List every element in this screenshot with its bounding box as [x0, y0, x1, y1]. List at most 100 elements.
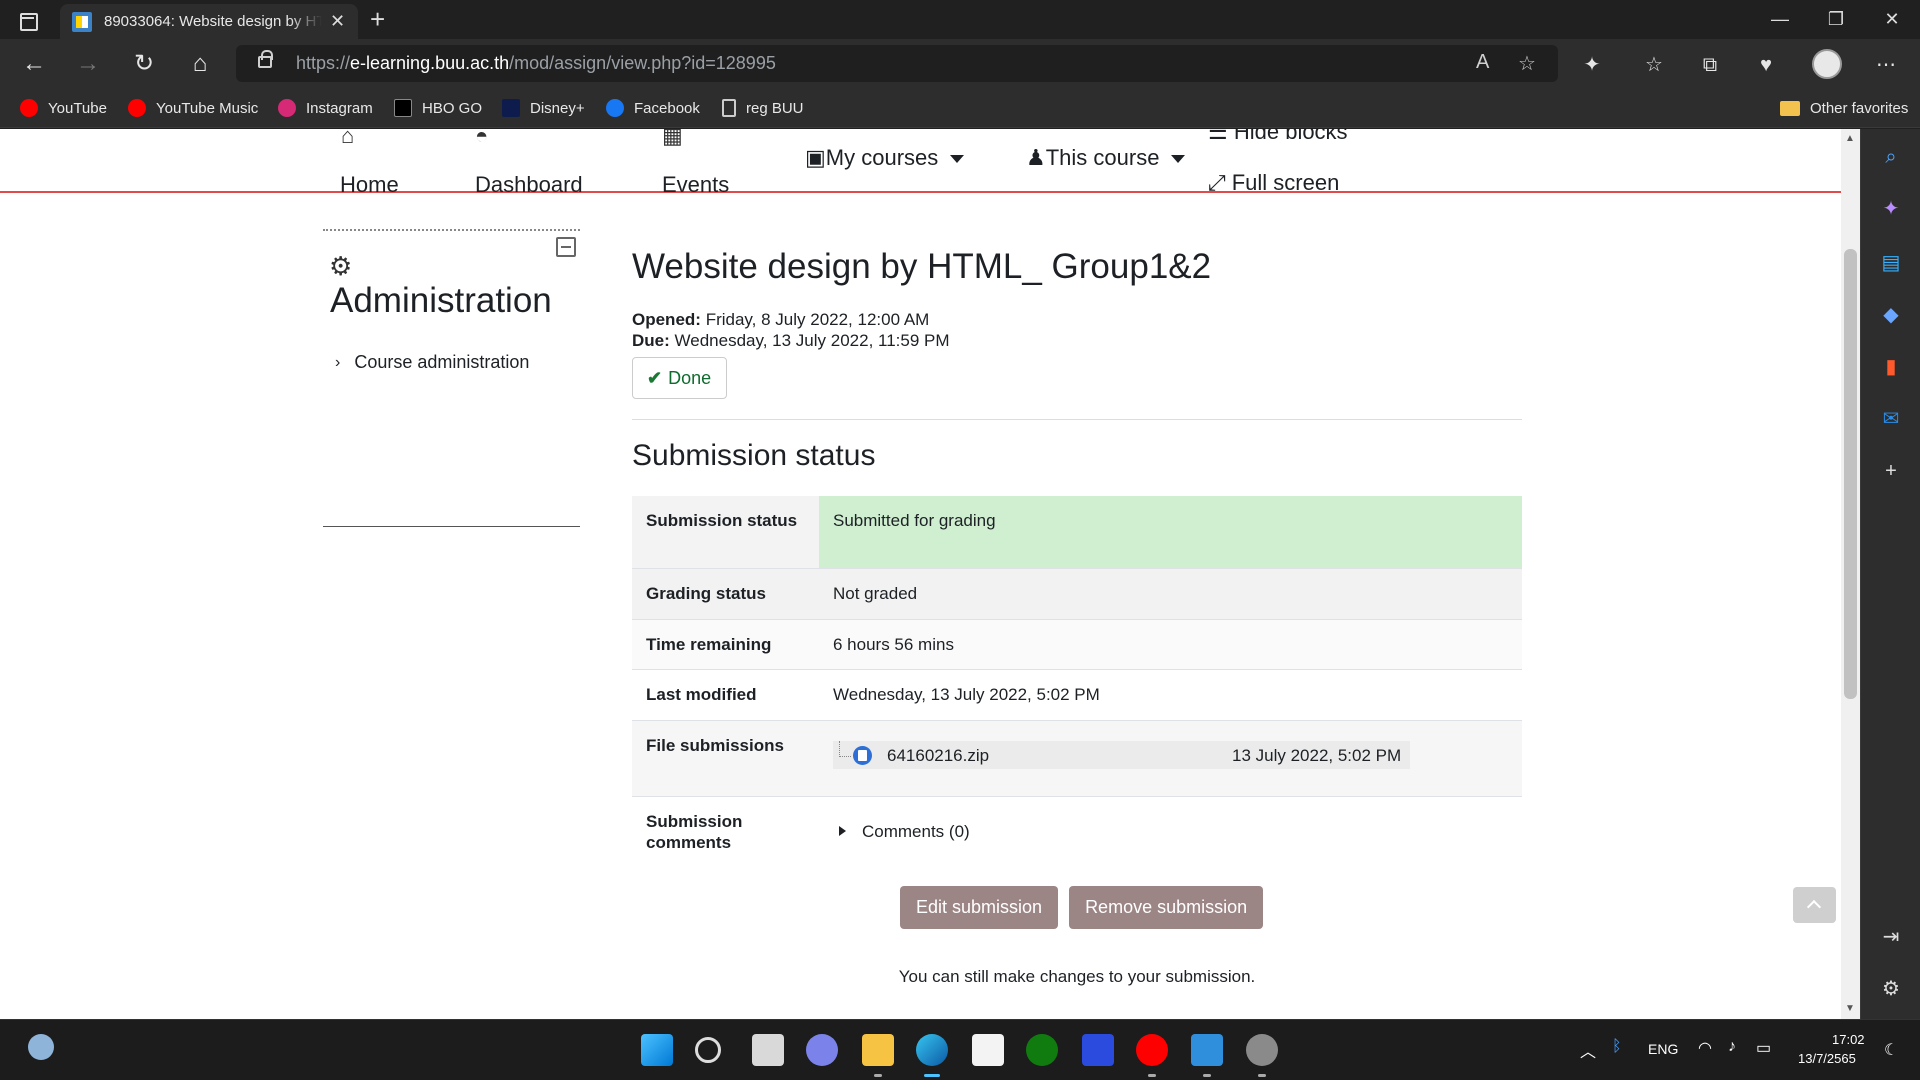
forward-icon[interactable]: →	[72, 48, 104, 80]
briefcase-icon: ▣	[805, 145, 826, 170]
running-indicator	[1148, 1074, 1156, 1077]
row-label: Time remaining	[646, 634, 772, 654]
search-taskbar-icon[interactable]	[695, 1037, 721, 1063]
wifi-icon[interactable]: ◠	[1698, 1038, 1712, 1058]
visual-studio-icon[interactable]	[1082, 1034, 1114, 1066]
favorite-youtube-music[interactable]: YouTube Music	[128, 98, 258, 118]
favorites-icon[interactable]: ☆	[1640, 51, 1668, 79]
nav-dashboard[interactable]: Dashboard	[475, 172, 583, 198]
completion-done-button[interactable]: ✔ Done	[632, 357, 727, 399]
lock-icon[interactable]	[258, 50, 273, 68]
check-icon: ✔	[647, 367, 663, 388]
weather-icon[interactable]	[28, 1034, 54, 1060]
add-favorite-icon[interactable]: ☆	[1518, 51, 1536, 76]
battery-icon[interactable]: ▭	[1756, 1038, 1771, 1058]
comments-toggle[interactable]: Comments (0)	[839, 821, 1508, 842]
youtube-music-icon	[128, 99, 146, 117]
scrollbar-thumb[interactable]	[1844, 249, 1857, 699]
profile-avatar[interactable]	[1812, 49, 1842, 79]
table-row: File submissions 64160216.zip 13 July 20…	[632, 720, 1522, 796]
facebook-icon	[606, 99, 624, 117]
clock-date[interactable]: 13/7/2565	[1798, 1051, 1856, 1066]
scroll-up-icon[interactable]: ▲	[1845, 133, 1855, 144]
collapse-block-icon[interactable]	[556, 237, 576, 257]
clock-time[interactable]: 17:02	[1832, 1032, 1865, 1047]
disney-plus-icon	[502, 99, 520, 117]
home-icon[interactable]: ⌂	[184, 48, 216, 80]
site-favicon-icon	[72, 11, 92, 32]
back-icon[interactable]: ←	[18, 48, 50, 80]
back-to-top-button[interactable]	[1793, 887, 1836, 923]
favorite-instagram[interactable]: Instagram	[278, 98, 373, 118]
outlook-icon[interactable]: ✉	[1879, 407, 1903, 431]
tools-icon[interactable]: ◆	[1879, 303, 1903, 327]
nav-this-course[interactable]: ♟This course	[1026, 145, 1186, 171]
opened-value: Friday, 8 July 2022, 12:00 AM	[705, 310, 930, 329]
favorite-facebook[interactable]: Facebook	[606, 98, 700, 118]
settings-icon[interactable]: ⚙	[1879, 977, 1903, 1001]
edge-sidebar: ⌕ ✦ ▤ ◆ ▮ ✉ + ⇥ ⚙	[1860, 129, 1920, 1019]
page-scrollbar[interactable]: ▲ ▼	[1841, 129, 1860, 1019]
comments-label: Comments (0)	[862, 821, 970, 841]
nav-full-screen[interactable]: ⤢ Full screen	[1208, 170, 1339, 196]
windows-taskbar: ︿ ᛒ ENG ◠ ♪ ▭ 17:02 13/7/2565 ☾	[0, 1019, 1920, 1080]
search-icon[interactable]: ⌕	[1879, 145, 1903, 169]
tab-actions-icon[interactable]	[16, 9, 38, 31]
copilot-icon[interactable]: ✦	[1879, 197, 1903, 221]
nav-my-courses[interactable]: ▣My courses	[805, 145, 965, 171]
course-administration-link[interactable]: › Course administration	[335, 352, 529, 373]
favorite-hbo-go[interactable]: HBO GO	[394, 98, 482, 118]
shopping-icon[interactable]: ▤	[1879, 251, 1903, 275]
extensions-icon[interactable]: ✦	[1578, 51, 1606, 79]
nav-hide-blocks[interactable]: ☰ Hide blocks	[1208, 129, 1348, 145]
scroll-down-icon[interactable]: ▼	[1845, 1003, 1855, 1014]
office-icon[interactable]: ▮	[1879, 355, 1903, 379]
edge-icon[interactable]	[916, 1034, 948, 1066]
notifications-icon[interactable]: ☾	[1884, 1040, 1898, 1060]
other-favorites[interactable]: Other favorites	[1780, 98, 1908, 118]
done-label: Done	[668, 367, 712, 388]
show-hidden-icons[interactable]: ︿	[1580, 1038, 1596, 1062]
minimize-icon[interactable]: —	[1752, 0, 1808, 39]
hide-sidebar-icon[interactable]: ⇥	[1879, 925, 1903, 949]
active-tab[interactable]: 89033064: Website design by HTML_ Group1…	[60, 4, 358, 39]
task-view-icon[interactable]	[752, 1034, 784, 1066]
edit-submission-button[interactable]: Edit submission	[900, 886, 1059, 929]
settings-app-icon[interactable]	[1246, 1034, 1278, 1066]
tab-close-icon[interactable]: ✕	[330, 11, 345, 32]
calendar-icon: ▦	[662, 129, 683, 148]
vscode-icon[interactable]	[1191, 1034, 1223, 1066]
window-close-icon[interactable]: ✕	[1864, 0, 1920, 39]
address-field[interactable]: https://e-learning.buu.ac.th/mod/assign/…	[236, 45, 1558, 82]
new-tab-icon[interactable]: +	[370, 4, 385, 34]
restore-icon[interactable]: ❐	[1808, 0, 1864, 39]
volume-icon[interactable]: ♪	[1728, 1038, 1736, 1056]
file-explorer-icon[interactable]	[862, 1034, 894, 1066]
start-icon[interactable]	[641, 1034, 673, 1066]
collections-icon[interactable]: ⧉	[1696, 51, 1724, 79]
refresh-icon[interactable]: ↻	[128, 48, 160, 80]
running-indicator	[1258, 1074, 1266, 1077]
microsoft-store-icon[interactable]	[972, 1034, 1004, 1066]
teams-chat-icon[interactable]	[806, 1034, 838, 1066]
address-toolbar: ← → ↻ ⌂ https://e-learning.buu.ac.th/mod…	[0, 39, 1920, 88]
nav-events[interactable]: Events	[662, 172, 729, 198]
file-link[interactable]: 64160216.zip	[887, 745, 989, 766]
running-indicator	[1203, 1074, 1211, 1077]
favorite-youtube[interactable]: YouTube	[20, 98, 107, 118]
read-aloud-icon[interactable]: A	[1476, 51, 1489, 74]
bluetooth-icon[interactable]: ᛒ	[1612, 1038, 1622, 1056]
browser-essentials-icon[interactable]: ♥	[1752, 51, 1780, 79]
course-administration-label: Course administration	[354, 352, 530, 372]
archive-file-icon	[853, 745, 872, 765]
language-indicator[interactable]: ENG	[1648, 1041, 1678, 1057]
nav-home[interactable]: Home	[340, 172, 399, 198]
more-menu-icon[interactable]: ⋯	[1872, 51, 1900, 79]
youtube-music-app-icon[interactable]	[1136, 1034, 1168, 1066]
favorite-disney-plus[interactable]: Disney+	[502, 98, 585, 118]
add-icon[interactable]: +	[1879, 459, 1903, 483]
tab-bar: 89033064: Website design by HTML_ Group1…	[0, 0, 1920, 39]
favorite-reg-buu[interactable]: reg BUU	[722, 98, 804, 118]
xbox-icon[interactable]	[1026, 1034, 1058, 1066]
remove-submission-button[interactable]: Remove submission	[1069, 886, 1264, 929]
